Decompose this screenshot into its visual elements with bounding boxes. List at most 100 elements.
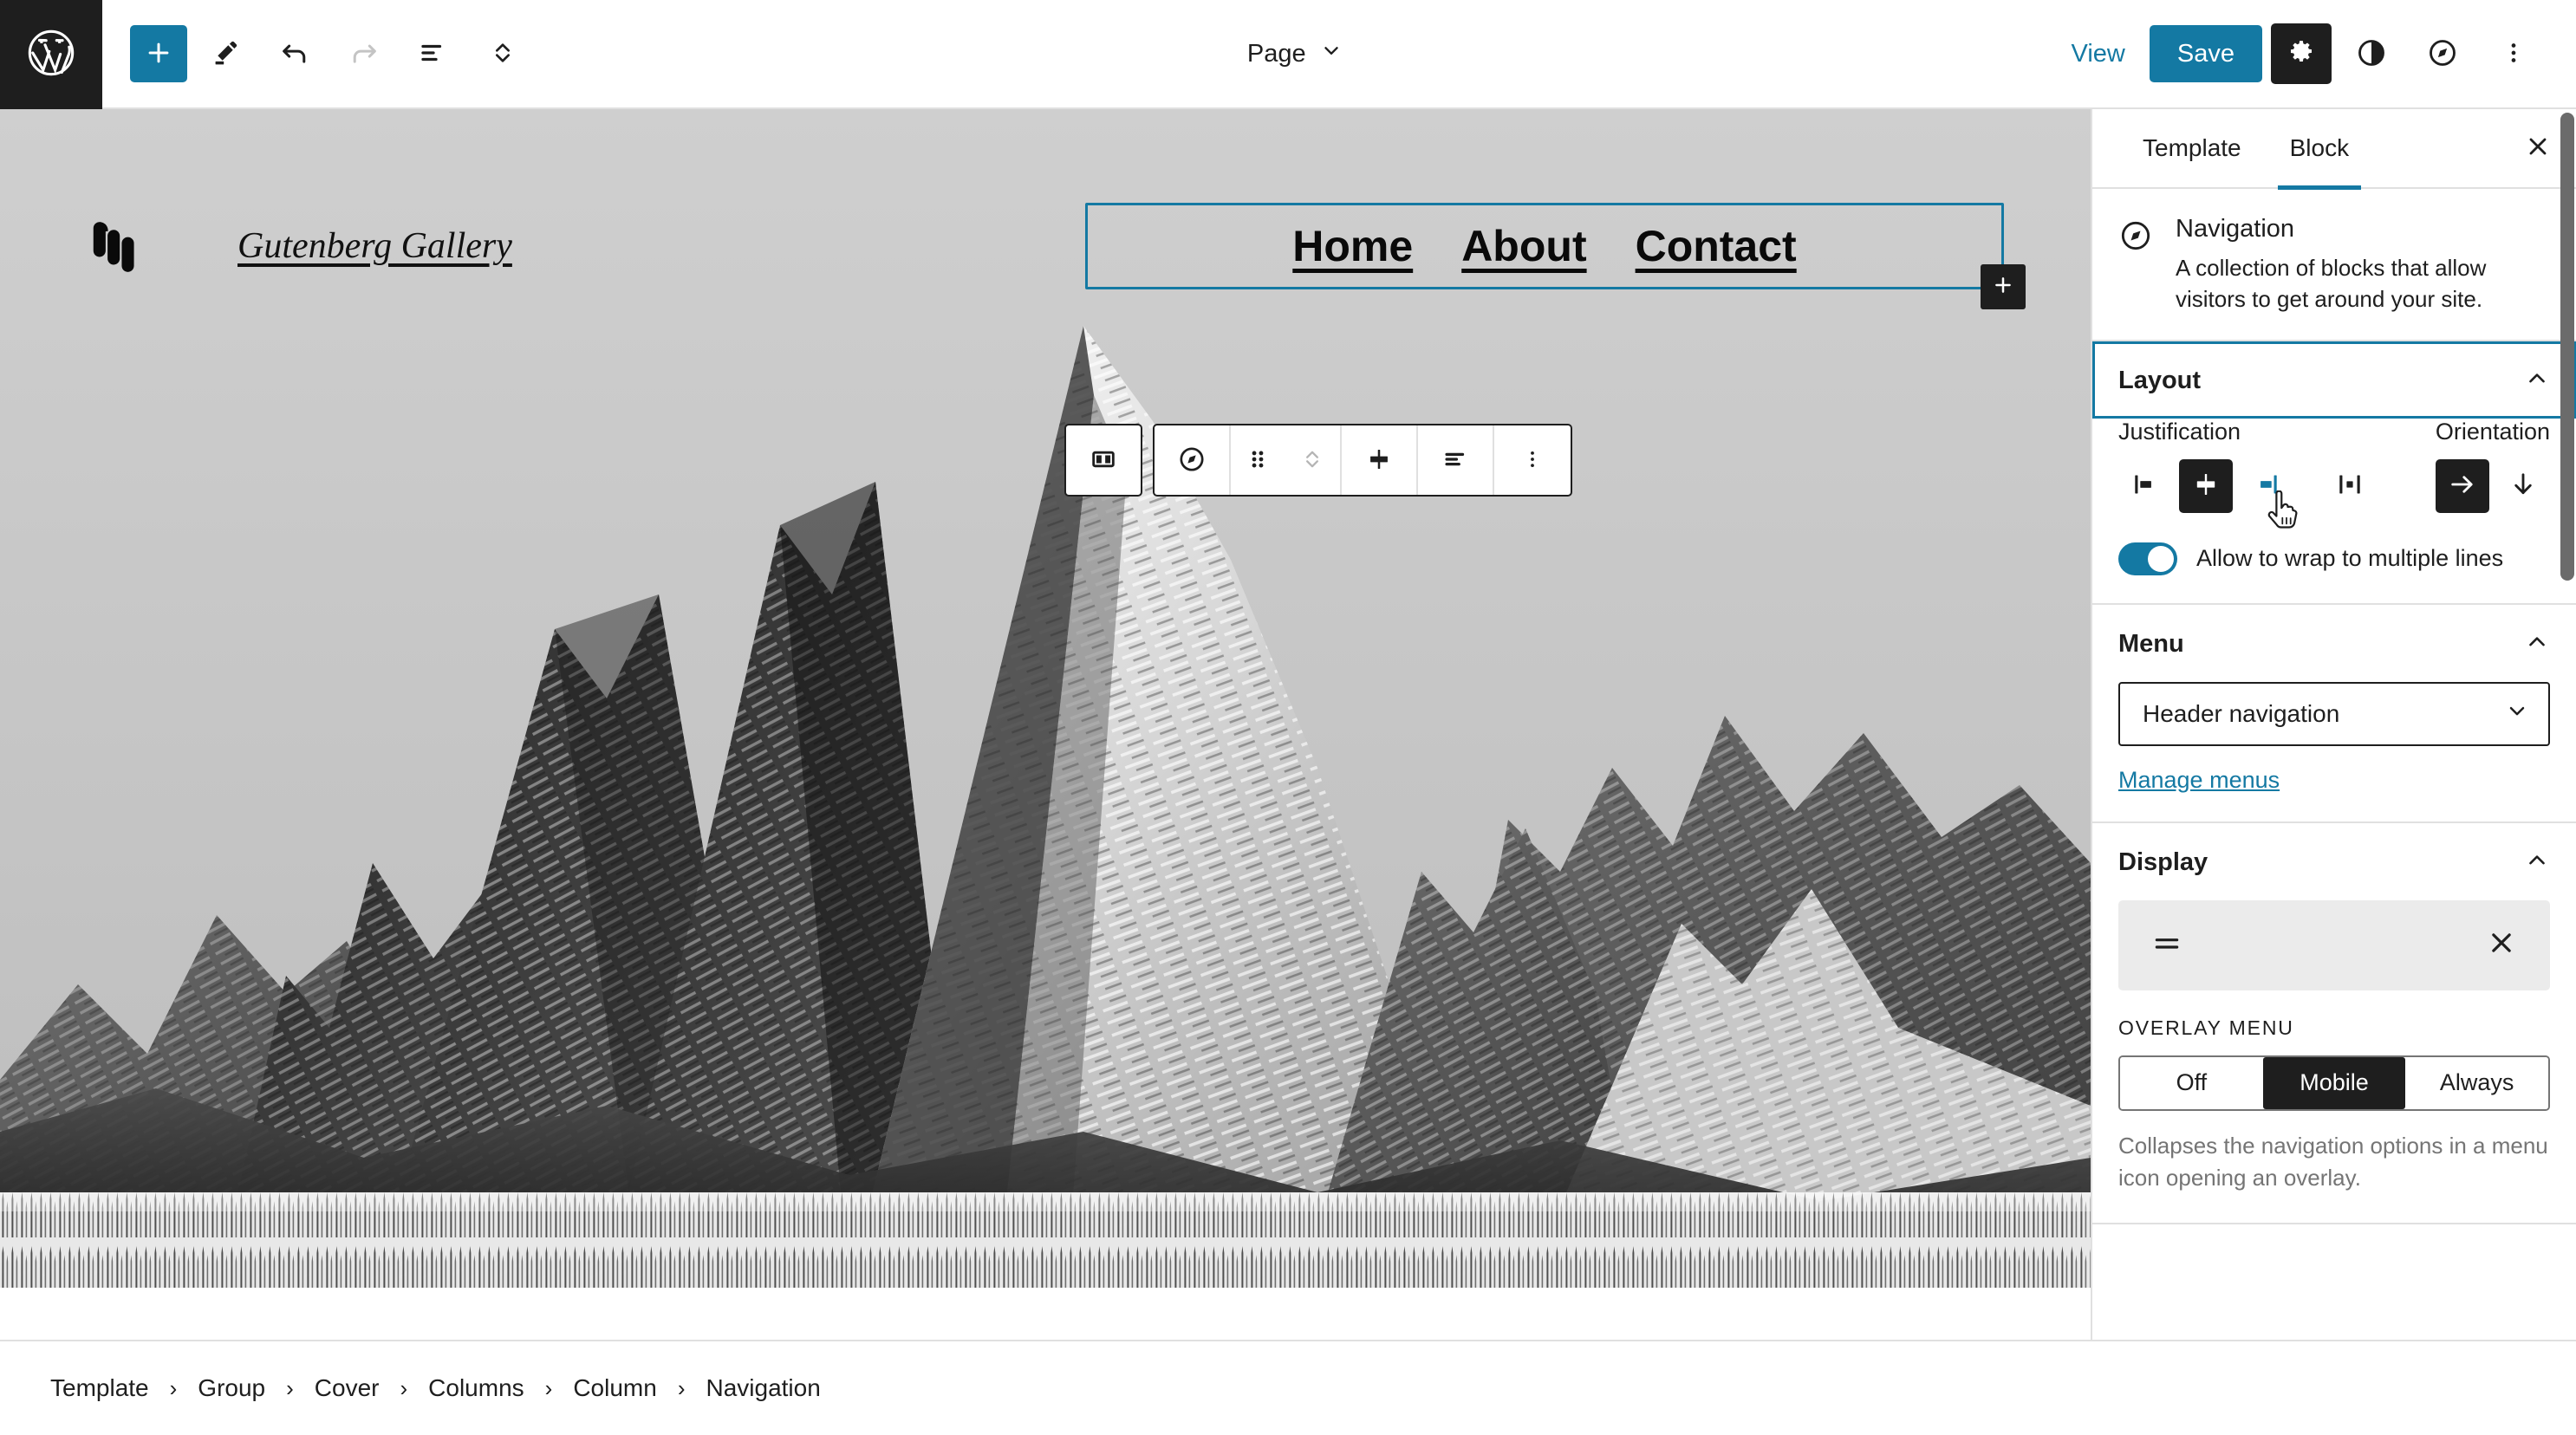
display-panel-body: OVERLAY MENU Off Mobile Always Collapses… (2092, 899, 2576, 1223)
menu-panel-header[interactable]: Menu (2092, 605, 2576, 682)
toolbar-justify-button[interactable] (1418, 425, 1494, 495)
breadcrumb-item-column[interactable]: Column (561, 1369, 668, 1407)
manage-menus-link[interactable]: Manage menus (2118, 767, 2280, 794)
layout-panel-body: Justification Orientation Allow to wrap … (2092, 419, 2576, 603)
sidebar-scrollbar-thumb[interactable] (2560, 113, 2574, 581)
breadcrumb-item-navigation[interactable]: Navigation (693, 1369, 832, 1407)
chevron-right-icon: › (544, 1374, 553, 1401)
site-header-row: Gutenberg Gallery Home About Contact (0, 203, 2091, 309)
block-toolbar (1064, 424, 1572, 497)
list-view-button[interactable] (402, 23, 465, 85)
menu-panel-body: Header navigation Manage menus (2092, 681, 2576, 821)
redo-button[interactable] (333, 23, 395, 85)
nav-link-contact[interactable]: Contact (1636, 221, 1797, 271)
gutenberg-site-editor: Page View Save Gutenberg Gallery Home Ab… (0, 0, 2576, 1435)
toolbar-select-parent-columns-button[interactable] (1066, 425, 1141, 495)
toolbar-move-up-down-button[interactable] (1285, 425, 1342, 495)
display-panel-header[interactable]: Display (2092, 823, 2576, 900)
chevron-right-icon: › (677, 1374, 686, 1401)
styles-button[interactable] (2340, 23, 2403, 85)
breadcrumb-item-group[interactable]: Group (185, 1369, 277, 1407)
allow-wrap-toggle[interactable] (2118, 542, 2177, 575)
chevron-right-icon: › (169, 1374, 178, 1401)
justify-left-button[interactable] (2118, 459, 2172, 513)
edit-tool-button[interactable] (194, 23, 257, 85)
nav-link-home[interactable]: Home (1292, 221, 1413, 271)
site-logo-mark-icon[interactable] (87, 218, 140, 275)
menu-select-value: Header navigation (2143, 699, 2340, 727)
block-card: Navigation A collection of blocks that a… (2092, 189, 2576, 341)
document-title-dropdown[interactable]: Page (1232, 30, 1358, 77)
chevron-right-icon: › (286, 1374, 294, 1401)
overlay-menu-segmented-control: Off Mobile Always (2118, 1055, 2550, 1111)
breadcrumb-item-columns[interactable]: Columns (416, 1369, 536, 1407)
breadcrumb-item-template[interactable]: Template (38, 1369, 161, 1407)
close-x-icon[interactable] (2484, 925, 2519, 964)
tab-template[interactable]: Template (2118, 109, 2266, 188)
header-left-tools (102, 0, 534, 107)
justify-center-icon (2190, 469, 2221, 503)
cover-block[interactable]: Gutenberg Gallery Home About Contact (0, 109, 2091, 1288)
breadcrumb-item-cover[interactable]: Cover (302, 1369, 392, 1407)
chevron-up-icon (2524, 366, 2550, 396)
tab-block[interactable]: Block (2266, 109, 2373, 190)
justify-space-between-button[interactable] (2323, 459, 2377, 513)
toolbar-block-type-navigation-button[interactable] (1155, 425, 1231, 495)
header-document-bar: Page (534, 0, 2056, 107)
sidebar-scrollbar[interactable] (2559, 109, 2576, 1340)
save-button[interactable]: Save (2149, 25, 2262, 82)
chevron-up-down-icon (1300, 441, 1324, 480)
layout-panel-title: Layout (2118, 366, 2202, 394)
settings-sidebar-toggle[interactable] (2271, 23, 2332, 84)
view-link[interactable]: View (2056, 40, 2141, 68)
layout-panel-header[interactable]: Layout (2092, 341, 2576, 419)
navigation-block[interactable]: Home About Contact (1085, 203, 2026, 309)
arrow-down-icon (2508, 469, 2539, 503)
toolbar-add-block-button[interactable] (1342, 425, 1418, 495)
menu-panel: Menu Header navigation Manage menus (2092, 605, 2576, 823)
navigation-menu-button[interactable] (2411, 23, 2474, 85)
document-title-label: Page (1246, 39, 1306, 68)
toolbar-drag-handle[interactable] (1231, 425, 1285, 495)
toolbar-more-options-button[interactable] (1494, 425, 1571, 495)
undo-button[interactable] (263, 23, 326, 85)
hamburger-menu-icon[interactable] (2150, 925, 2184, 964)
chevron-up-icon (2524, 629, 2550, 659)
justification-label: Justification (2118, 418, 2241, 445)
justify-center-button[interactable] (2179, 458, 2233, 513)
arrow-right-icon (2447, 469, 2478, 503)
wordpress-logo-button[interactable] (0, 0, 102, 109)
site-title[interactable]: Gutenberg Gallery (237, 225, 512, 267)
columns-icon (1089, 445, 1118, 477)
nav-link-about[interactable]: About (1461, 221, 1586, 271)
compass-icon (2118, 218, 2153, 315)
redo-arrow-icon (348, 36, 381, 72)
gear-icon (2287, 38, 2316, 70)
overlay-option-always[interactable]: Always (2405, 1056, 2548, 1109)
overlay-option-off[interactable]: Off (2120, 1056, 2263, 1109)
more-options-button[interactable] (2482, 23, 2545, 85)
justify-icon (1441, 445, 1470, 477)
menu-select[interactable]: Header navigation (2118, 681, 2550, 746)
editor-canvas[interactable]: Gutenberg Gallery Home About Contact (0, 109, 2091, 1340)
overlay-option-mobile[interactable]: Mobile (2262, 1056, 2406, 1109)
overlay-icon-preview[interactable] (2118, 899, 2550, 990)
block-mover-button[interactable] (472, 23, 534, 85)
three-dots-vertical-icon (1521, 445, 1544, 477)
justify-left-icon (2130, 469, 2161, 503)
orientation-horizontal-button[interactable] (2436, 458, 2489, 513)
chevron-down-icon (2505, 698, 2529, 729)
chevron-right-icon: › (400, 1374, 408, 1401)
layout-controls-row (2118, 458, 2550, 529)
allow-wrap-label: Allow to wrap to multiple lines (2196, 545, 2504, 572)
toggle-knob (2148, 545, 2174, 572)
justify-right-button[interactable] (2240, 459, 2298, 529)
add-block-button[interactable] (130, 25, 187, 82)
orientation-vertical-button[interactable] (2496, 459, 2550, 513)
editor-header: Page View Save (0, 0, 2576, 109)
list-view-icon (418, 37, 449, 71)
navigation-block-appender-button[interactable] (1981, 264, 2026, 309)
chevron-up-down-icon (489, 36, 517, 72)
block-card-title: Navigation (2176, 215, 2295, 243)
wrap-toggle-row: Allow to wrap to multiple lines (2118, 542, 2550, 575)
